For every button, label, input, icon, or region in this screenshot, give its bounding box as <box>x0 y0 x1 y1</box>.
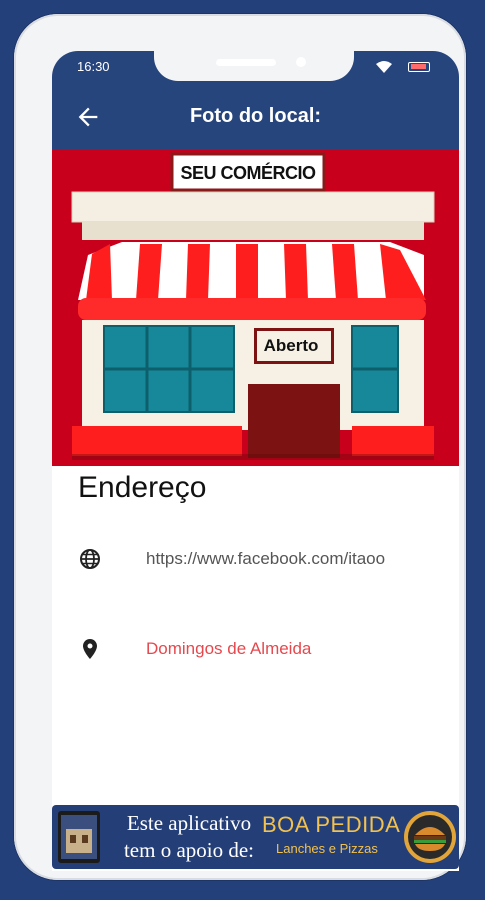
speaker-grille <box>216 59 276 66</box>
app-bar: Foto do local: <box>52 84 459 150</box>
storefront-illustration <box>52 150 459 466</box>
app-screen: 16:30 Foto do local: SEU COMÉRCIO Aberto… <box>52 51 459 871</box>
map-pin-icon <box>83 639 97 659</box>
wifi-icon <box>376 61 392 73</box>
burger-logo-icon <box>404 811 456 863</box>
sponsor-message: Este aplicativo tem o apoio de: <box>114 810 264 864</box>
sponsor-brand-tagline: Lanches e Pizzas <box>276 841 378 856</box>
store-sign-text: SEU COMÉRCIO <box>180 163 316 183</box>
sponsor-banner[interactable]: Este aplicativo tem o apoio de: BOA PEDI… <box>52 805 459 869</box>
device-notch <box>154 51 354 81</box>
website-link[interactable]: https://www.facebook.com/itaoo <box>146 549 385 569</box>
sponsor-message-line1: Este aplicativo <box>126 811 252 835</box>
sponsor-brand-name: BOA PEDIDA <box>262 812 401 837</box>
status-bar: 16:30 <box>52 51 459 84</box>
app-thumbnail-image <box>58 811 100 863</box>
store-photo: SEU COMÉRCIO Aberto <box>52 150 459 466</box>
address-heading: Endereço <box>78 471 207 504</box>
phone-frame: 16:30 Foto do local: SEU COMÉRCIO Aberto… <box>14 14 466 880</box>
status-time: 16:30 <box>77 59 110 74</box>
location-row[interactable]: Domingos de Almeida <box>52 629 459 669</box>
sponsor-message-line2: tem o apoio de: <box>123 838 255 862</box>
open-sign-text: Aberto <box>263 336 319 355</box>
front-camera <box>296 57 306 67</box>
page-title: Foto do local: <box>189 105 322 127</box>
battery-icon <box>408 62 430 72</box>
website-row[interactable]: https://www.facebook.com/itaoo <box>52 539 459 579</box>
address-link[interactable]: Domingos de Almeida <box>146 639 311 659</box>
globe-icon <box>80 549 100 569</box>
